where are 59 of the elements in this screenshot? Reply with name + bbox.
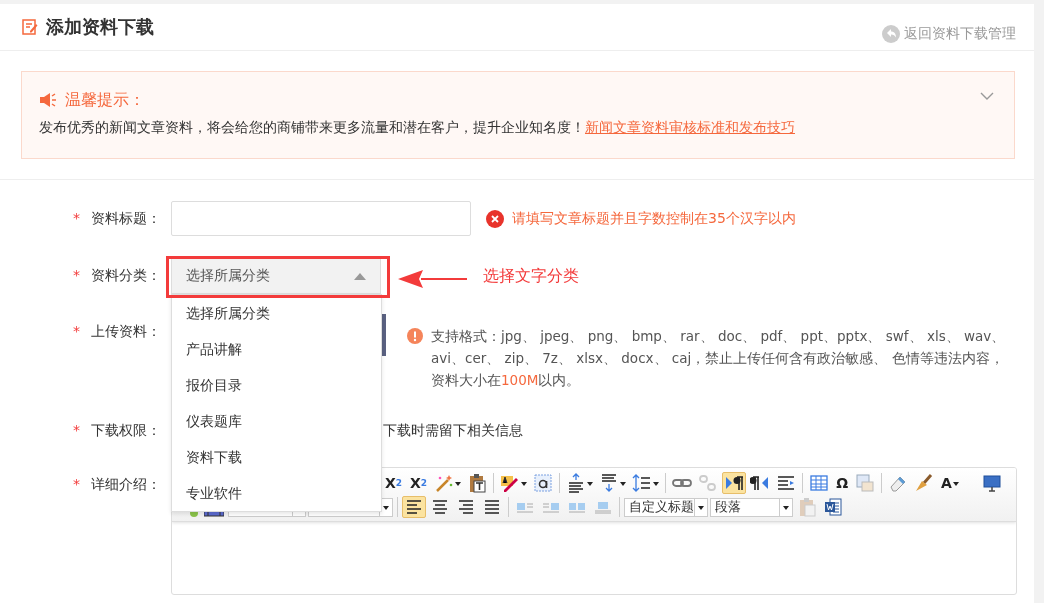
required-mark: * (72, 421, 81, 440)
field-label: 上传资料： (91, 322, 161, 341)
brush-icon (914, 473, 935, 493)
format-button[interactable]: A (938, 472, 962, 494)
error-message: 请填写文章标题并且字数控制在35个汉字以内 (512, 209, 796, 228)
align-right-icon (456, 497, 476, 517)
error-icon (486, 209, 504, 228)
format-button[interactable]: Ω (833, 472, 852, 494)
notice-title: 温馨提示： (65, 89, 145, 111)
document-icon (823, 497, 843, 517)
annotation-text: 选择文字分类 (483, 265, 579, 287)
field-label: 详细介绍： (91, 475, 161, 494)
text-direction-button[interactable] (722, 472, 747, 494)
dropdown-option[interactable]: 报价目录 (172, 367, 381, 403)
table-icon (809, 473, 830, 493)
speaker-icon (39, 92, 57, 108)
permission-text: 下载时需留下相关信息 (383, 421, 523, 440)
notice-text: 发布优秀的新闻文章资料，将会给您的商铺带来更多流量和潜在客户，提升企业知名度！新闻文章资料审核标准和发布技巧 (39, 118, 796, 137)
warning-icon (407, 328, 423, 344)
field-label: 资料分类： (91, 266, 161, 285)
broken-link-icon (698, 473, 719, 493)
format-button[interactable]: X$^{2}$ (382, 472, 406, 494)
chevron-down-icon[interactable] (980, 92, 994, 100)
monitor-icon (982, 473, 1002, 493)
align-left-icon (404, 497, 424, 517)
justify-icon (482, 497, 502, 517)
title-input[interactable] (171, 201, 471, 236)
back-icon (882, 25, 900, 43)
dropdown-option[interactable]: 仪表题库 (172, 403, 381, 439)
paragraph-select[interactable]: 段落 (710, 497, 793, 517)
page-title: 添加资料下载 (46, 15, 154, 39)
dropdown-option[interactable]: 资料下载 (172, 439, 381, 475)
monitor-button[interactable] (980, 472, 1004, 494)
indent-icon (776, 473, 797, 493)
image-icon (855, 473, 876, 493)
category-select[interactable]: 选择所属分类 (171, 258, 381, 294)
field-label: 资料标题： (91, 209, 161, 228)
text-direction-icon (750, 473, 771, 493)
dropdown-option[interactable]: 专业软件 (172, 475, 381, 511)
clipboard-icon (467, 473, 488, 493)
heading-select[interactable]: 自定义标题 (624, 497, 708, 517)
required-mark: * (72, 266, 81, 285)
required-mark: * (72, 475, 81, 494)
magic-wand-icon (434, 473, 455, 493)
edit-icon (22, 19, 38, 35)
text-direction-icon (724, 473, 745, 493)
required-mark: * (72, 209, 81, 228)
clipboard-icon (797, 497, 817, 517)
arrow-drawing (397, 268, 469, 290)
align-center-icon (430, 497, 450, 517)
pencil-icon (500, 473, 521, 493)
required-mark: * (72, 322, 81, 341)
dropdown-option[interactable]: 产品讲解 (172, 331, 381, 367)
text-box-icon (533, 473, 554, 493)
line-spacing-icon (632, 473, 653, 493)
align-left-button[interactable] (402, 496, 426, 518)
format-info-text: 支持格式：jpg、 jpeg、 png、 bmp、 rar、 doc、 pdf、 ppt、pptx、 swf、 xls、 wav、 avi、cer、 zip、 7z、 xlsx、 docx、 caj，禁止上传任何含有政治敏感、 色情等违法内容，资料大小在100M以内。 (431, 327, 1007, 390)
field-label: 下载权限： (91, 421, 161, 440)
dropdown-option[interactable]: 选择所属分类 (172, 295, 381, 331)
